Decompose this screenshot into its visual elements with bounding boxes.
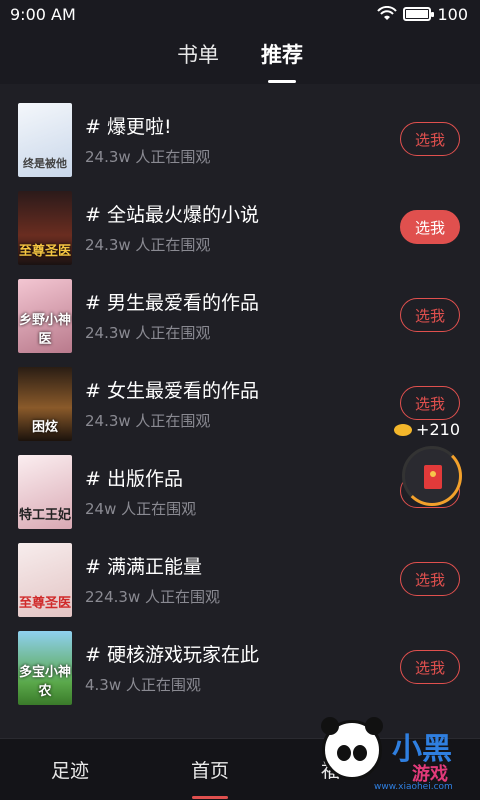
- coin-reward-amount: +210: [416, 420, 460, 439]
- top-tabs: 书单 推荐: [0, 28, 480, 84]
- panda-icon: [321, 717, 383, 780]
- cover-title: 终是被他: [23, 157, 67, 170]
- book-list: 终是被他 # 爆更啦! 24.3w 人正在围观 选我 至尊圣医 # 全站最火爆的…: [0, 96, 480, 712]
- list-item[interactable]: 终是被他 # 爆更啦! 24.3w 人正在围观 选我: [0, 96, 480, 184]
- book-cover: 特工王妃: [18, 455, 72, 529]
- nav-home[interactable]: 首页: [140, 756, 280, 783]
- coin-reward: +210: [394, 420, 460, 439]
- pick-button[interactable]: 选我: [400, 298, 460, 332]
- tab-recommend[interactable]: 推荐: [261, 39, 303, 73]
- cover-title: 特工王妃: [18, 508, 71, 523]
- pick-button[interactable]: 选我: [400, 210, 460, 244]
- cover-title: 至尊圣医: [18, 596, 71, 611]
- book-cover: 至尊圣医: [18, 191, 72, 265]
- red-packet-icon: [424, 465, 442, 489]
- status-icons: 100: [377, 5, 468, 24]
- book-cover: 至尊圣医: [18, 543, 72, 617]
- list-item[interactable]: 至尊圣医 # 全站最火爆的小说 24.3w 人正在围观 选我: [0, 184, 480, 272]
- cover-title: 乡野小神医: [18, 313, 71, 347]
- coin-icon: [394, 423, 413, 436]
- cover-title: 困炫: [31, 420, 58, 435]
- wifi-icon: [377, 6, 398, 20]
- book-cover: 乡野小神医: [18, 279, 72, 353]
- watermark-logo: 小黑 游戏 www.xiaohei.com: [304, 716, 474, 794]
- battery-percent: 100: [437, 4, 468, 24]
- tab-booklist[interactable]: 书单: [177, 39, 219, 73]
- cover-title: 至尊圣医: [18, 244, 71, 259]
- battery-icon: [403, 7, 435, 21]
- pick-button[interactable]: 选我: [400, 386, 460, 420]
- book-cover: 多宝小神农: [18, 631, 72, 705]
- red-packet-button[interactable]: [402, 446, 462, 506]
- cover-title: 多宝小神农: [18, 665, 71, 699]
- list-item[interactable]: 至尊圣医 # 满满正能量 224.3w 人正在围观 选我: [0, 536, 480, 624]
- watermark-url: www.xiaohei.com: [374, 782, 453, 792]
- book-cover: 终是被他: [18, 103, 72, 177]
- list-item[interactable]: 乡野小神医 # 男生最爱看的作品 24.3w 人正在围观 选我: [0, 272, 480, 360]
- pick-button[interactable]: 选我: [400, 122, 460, 156]
- status-time: 9:00 AM: [10, 4, 76, 24]
- pick-button[interactable]: 选我: [400, 650, 460, 684]
- pick-button[interactable]: 选我: [400, 562, 460, 596]
- status-bar: 9:00 AM 100: [0, 0, 480, 28]
- list-item[interactable]: 多宝小神农 # 硬核游戏玩家在此 4.3w 人正在围观 选我: [0, 624, 480, 712]
- nav-footprint[interactable]: 足迹: [0, 756, 140, 783]
- book-cover: 困炫: [18, 367, 72, 441]
